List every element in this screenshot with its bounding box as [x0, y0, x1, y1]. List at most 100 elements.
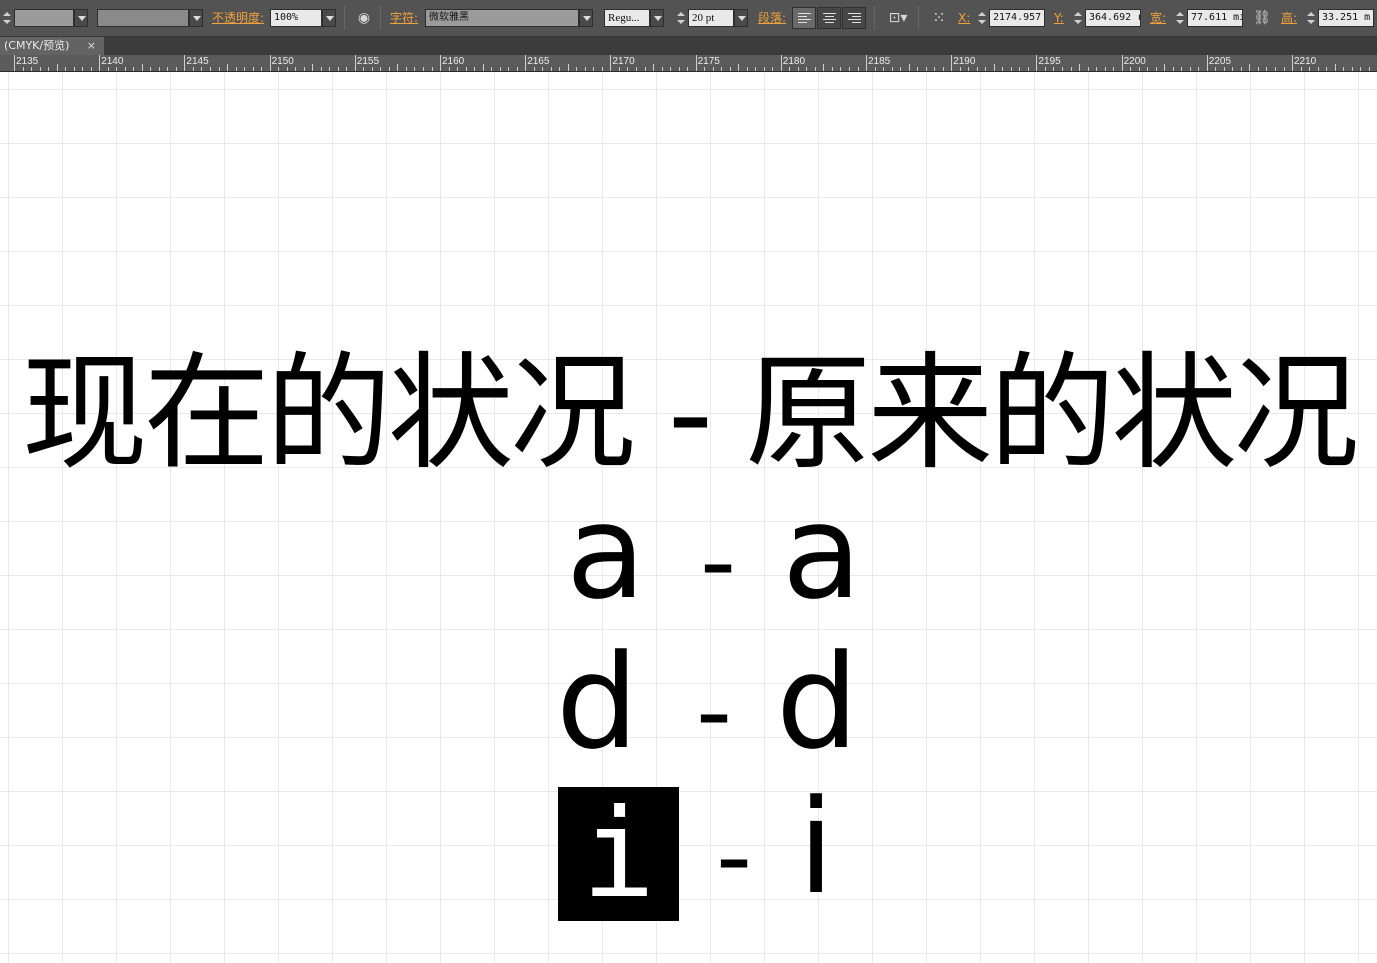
width-label[interactable]: 宽: [1150, 0, 1166, 36]
align-objects-icon[interactable]: ⊡▾ [884, 0, 912, 36]
row-d-left-glyph[interactable]: d [556, 637, 639, 767]
ruler-tick [1002, 67, 1004, 71]
ruler-tick [550, 67, 552, 71]
ruler-tick [1232, 67, 1234, 71]
artboard-canvas[interactable]: 现在的状况 - 原来的状况 a - a d - d i - i [0, 72, 1377, 963]
ruler-tick [1257, 67, 1259, 71]
x-label[interactable]: X: [958, 0, 970, 36]
ruler-tick [627, 67, 629, 71]
row-d-right-glyph[interactable]: d [776, 637, 859, 767]
document-tab[interactable]: (CMYK/预览) × [0, 37, 104, 55]
stroke-weight-stepper[interactable] [2, 9, 12, 27]
ruler-tick [951, 55, 953, 71]
x-stepper[interactable] [977, 9, 987, 27]
row-i-right-glyph[interactable]: i [798, 782, 834, 912]
brush-definition-dropdown[interactable] [189, 9, 203, 27]
ruler-label: 2170 [612, 56, 635, 67]
opacity-dropdown[interactable] [322, 9, 336, 27]
ruler-tick [167, 67, 169, 71]
ruler-tick [1147, 67, 1149, 71]
ruler-tick [286, 67, 288, 71]
y-stepper[interactable] [1073, 9, 1083, 27]
ruler-tick [763, 67, 765, 71]
font-size-stepper[interactable] [676, 9, 686, 27]
font-family-dropdown[interactable] [579, 9, 593, 27]
ruler-tick [133, 67, 135, 71]
ruler-tick [1036, 55, 1038, 71]
height-stepper[interactable] [1306, 9, 1316, 27]
stroke-weight-field[interactable] [14, 9, 74, 27]
ruler-tick [1368, 67, 1370, 71]
ruler-tick [1104, 67, 1106, 71]
reference-point-icon[interactable]: ⁙ [928, 0, 950, 36]
x-field[interactable]: 2174.957 [989, 9, 1045, 27]
ruler-tick [1240, 67, 1242, 71]
constrain-proportions-icon[interactable]: ⛓ [1252, 0, 1272, 36]
align-right-button[interactable] [842, 7, 866, 29]
row-d-dash[interactable]: - [696, 662, 732, 762]
ruler-tick [1062, 67, 1063, 71]
ruler-tick [175, 67, 177, 71]
ruler-tick [31, 67, 32, 71]
ruler-tick [278, 67, 280, 71]
row-a-left-glyph[interactable]: a [566, 487, 646, 617]
ruler-tick [90, 67, 92, 71]
ruler-tick [687, 67, 689, 71]
height-label[interactable]: 高: [1281, 0, 1297, 36]
selected-glyph-highlight[interactable]: i [558, 787, 679, 921]
ruler-tick [99, 55, 101, 71]
ruler-tick [1155, 67, 1157, 71]
divider [918, 6, 919, 30]
ruler-tick [303, 67, 305, 71]
y-field[interactable]: 364.692 r [1085, 9, 1141, 27]
ruler-tick [959, 67, 961, 71]
horizontal-ruler[interactable]: 2135 2140 2145 2150 2155 2160 2165 2170 2175 2180… [0, 55, 1377, 72]
ruler-tick [65, 67, 67, 71]
ruler-tick [210, 67, 211, 71]
close-icon[interactable]: × [87, 37, 96, 55]
row-i-dash[interactable]: - [716, 807, 752, 907]
ruler-tick [840, 67, 842, 71]
ruler-tick [1334, 64, 1336, 71]
row-a-dash[interactable]: - [700, 512, 736, 612]
width-stepper[interactable] [1175, 9, 1185, 27]
row-i-left-glyph[interactable]: i [558, 787, 679, 921]
ruler-tick [636, 67, 637, 71]
ruler-tick [1283, 67, 1285, 71]
height-field[interactable]: 33.251 m [1318, 9, 1374, 27]
align-center-button[interactable] [817, 7, 841, 29]
ruler-tick [380, 67, 382, 71]
font-style-field[interactable]: Regu... [604, 9, 650, 27]
font-family-field[interactable]: 微软雅黑 [425, 9, 579, 27]
ruler-tick [414, 67, 416, 71]
font-style-dropdown[interactable] [650, 9, 664, 27]
width-field[interactable]: 77.611 mı [1187, 9, 1243, 27]
ruler-tick [993, 64, 995, 71]
character-label[interactable]: 字符: [390, 0, 418, 36]
font-size-field[interactable]: 20 pt [688, 9, 734, 27]
brush-definition-field[interactable] [97, 9, 189, 27]
ruler-tick [1343, 67, 1345, 71]
align-left-button[interactable] [792, 7, 816, 29]
ruler-tick [499, 67, 501, 71]
ruler-tick [831, 67, 833, 71]
paragraph-label[interactable]: 段落: [758, 0, 786, 36]
ruler-tick [440, 55, 441, 71]
opacity-label[interactable]: 不透明度: [212, 0, 264, 36]
row-a-right-glyph[interactable]: a [782, 487, 862, 617]
ruler-tick [227, 64, 228, 71]
font-size-dropdown[interactable] [734, 9, 748, 27]
ruler-tick [158, 67, 160, 71]
opacity-field[interactable]: 100% [270, 9, 322, 27]
ruler-tick [908, 64, 910, 71]
ruler-tick [1189, 67, 1191, 71]
ruler-tick [695, 55, 697, 71]
stroke-weight-dropdown[interactable] [74, 9, 88, 27]
ruler-tick [56, 64, 58, 71]
ruler-tick [789, 67, 791, 71]
y-label[interactable]: Y: [1054, 0, 1064, 36]
ruler-tick [814, 67, 816, 71]
ruler-tick [917, 67, 919, 71]
recolor-artwork-icon[interactable]: ◉ [354, 0, 374, 36]
headline-text[interactable]: 现在的状况 - 原来的状况 [0, 344, 1377, 484]
